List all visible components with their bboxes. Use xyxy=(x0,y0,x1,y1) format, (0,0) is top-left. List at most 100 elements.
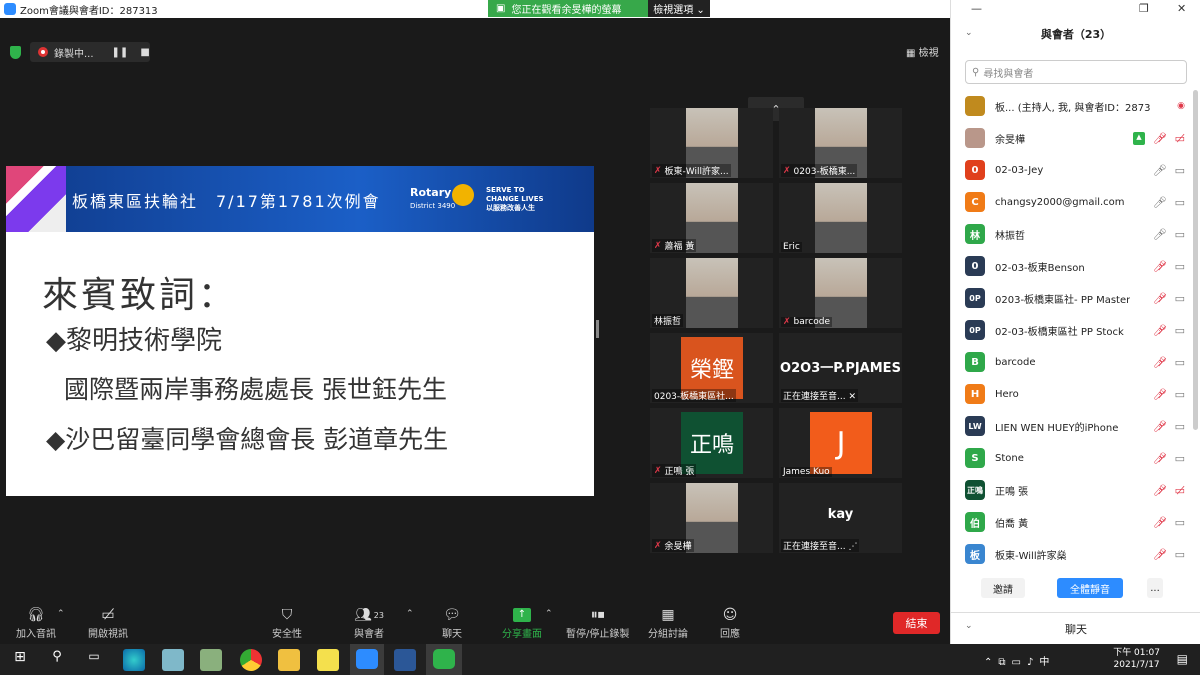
mic-muted-icon: 🎤︎̸ xyxy=(1152,419,1167,433)
clock-date: 2021/7/17 xyxy=(1113,660,1160,670)
join-audio-button[interactable]: 🎧︎ 加入音訊 xyxy=(16,605,56,640)
participant-row[interactable]: H Hero 🎤︎̸ ▭ xyxy=(951,378,1191,410)
mic-muted-icon: ✗ xyxy=(654,165,662,176)
chat-section-header[interactable]: ⌄ 聊天 xyxy=(951,612,1200,642)
invite-button[interactable]: 邀請 xyxy=(981,578,1025,598)
video-tile[interactable]: ✗ barcode xyxy=(779,258,902,328)
participant-name: Stone xyxy=(995,452,1024,464)
participants-icon: 👥︎ xyxy=(354,607,372,623)
mic-muted-icon: 🎤︎̸ xyxy=(1152,291,1167,305)
tile-name: 蕭福 黃 xyxy=(664,242,695,252)
pause-icon[interactable]: ❚❚ xyxy=(112,47,129,58)
tile-name-label: 0203-板橋東區社... xyxy=(652,389,736,402)
participant-row[interactable]: Bbarcode 🎤︎̸ ▭ xyxy=(951,346,1191,378)
video-tile[interactable]: Eric xyxy=(779,183,902,253)
start-video-button[interactable]: ▭̸ 開啟視訊 xyxy=(88,605,128,640)
task-view-icon[interactable]: ▭ xyxy=(83,649,105,671)
zoom-taskbar-item[interactable] xyxy=(350,644,384,675)
mic-muted-icon: 🎤︎̸ xyxy=(1152,547,1167,561)
participant-avatar: 0 xyxy=(965,160,985,180)
line-icon xyxy=(433,649,455,669)
participant-row[interactable]: 0P 0203-板橋東區社- PP Master 🎤︎̸ ▭ xyxy=(951,282,1191,314)
participant-row[interactable]: 伯伯喬 黃 🎤︎̸ ▭ xyxy=(951,506,1191,538)
video-tile[interactable]: 正鳴 ✗ 正鳴 張 xyxy=(650,408,773,478)
tile-name: barcode xyxy=(793,317,830,327)
participant-row[interactable]: S Stone 🎤︎̸ ▭ xyxy=(951,442,1191,474)
recording-icon: ◉ xyxy=(1177,101,1185,111)
participants-count: 23 xyxy=(373,610,384,620)
video-icon: ▭ xyxy=(1174,419,1185,433)
participant-avatar: S xyxy=(965,448,985,468)
end-meeting-button[interactable]: 結束 xyxy=(893,612,940,634)
participant-row[interactable]: 余旻樺 ▲ 🎤︎̸ ▭̸ xyxy=(951,122,1191,154)
participant-avatar: 板 xyxy=(965,544,985,564)
file-explorer-icon[interactable] xyxy=(278,649,300,671)
video-tile[interactable]: ✗ 0203-板橋東... xyxy=(779,108,902,178)
search-placeholder: 尋找與會者 xyxy=(983,68,1034,80)
search-icon[interactable]: ⚲ xyxy=(46,649,68,671)
participants-caret[interactable]: ⌃ xyxy=(406,609,414,619)
clock[interactable]: 下午 01:07 2021/7/17 xyxy=(1113,647,1160,671)
notification-icon[interactable]: ▤ xyxy=(1177,652,1188,666)
search-icon: ⚲ xyxy=(972,66,980,78)
view-options-button[interactable]: 檢視選項 ⌄ xyxy=(648,0,710,17)
share-screen-button[interactable]: ↑ 分享畫面 xyxy=(502,605,542,640)
participant-row[interactable]: 林林振哲 🎤︎ ▭ xyxy=(951,218,1191,250)
breakout-grid-icon: ▦ xyxy=(661,607,675,623)
video-tile[interactable]: 林振哲 xyxy=(650,258,773,328)
maximize-window-button[interactable]: ❐ xyxy=(1139,2,1149,15)
windows-start-icon[interactable]: ⊞ xyxy=(9,649,31,671)
participant-row[interactable]: 板... (主持人, 我, 與會者ID：287313) ◉ xyxy=(951,90,1191,122)
split-handle[interactable] xyxy=(596,320,599,338)
mute-all-button[interactable]: 全體靜音 xyxy=(1057,578,1123,598)
meeting-area: 錄製中... ❚❚ ■ ▦ 檢視 板橋東區扶輪社 7/17第1781次例會 Ro… xyxy=(0,18,950,601)
participant-row[interactable]: 板板東-Will許家燊 🎤︎̸ ▭ xyxy=(951,538,1191,570)
headphone-icon: 🎧︎ xyxy=(27,607,45,623)
participant-row[interactable]: 正鳴 正鳴 張 🎤︎̸ ▭̸ xyxy=(951,474,1191,506)
audio-options-caret[interactable]: ⌃ xyxy=(57,609,65,619)
club-logo xyxy=(6,166,66,232)
participant-search-input[interactable]: ⚲ 尋找與會者 xyxy=(965,60,1187,84)
video-tile[interactable]: kay 正在連接至音... ⋰ xyxy=(779,483,902,553)
tile-name-label: James Kuo xyxy=(781,467,832,477)
video-tile[interactable]: ✗ 余旻樺 xyxy=(650,483,773,553)
chat-label: 聊天 xyxy=(1065,623,1087,636)
participants-button[interactable]: 👥︎ 23 與會者 xyxy=(354,605,384,640)
breakout-rooms-button[interactable]: ▦ 分組討論 xyxy=(648,605,688,640)
video-tile[interactable]: O2O3一P.PJAMES 正在連接至音... ✕ xyxy=(779,333,902,403)
app-icon-2[interactable] xyxy=(200,649,222,671)
minimize-window-button[interactable]: — xyxy=(971,2,982,15)
video-tile[interactable]: ✗ 蕭福 黃 xyxy=(650,183,773,253)
video-tile[interactable]: 榮鏗 0203-板橋東區社... xyxy=(650,333,773,403)
slide-line-1: ◆黎明技術學院 xyxy=(46,326,222,356)
system-tray-icons[interactable]: ⌃⧉▭♪中 xyxy=(984,653,1055,668)
more-options-button[interactable]: ... xyxy=(1147,578,1163,598)
close-window-button[interactable]: ✕ xyxy=(1177,2,1186,15)
video-tile[interactable]: J James Kuo xyxy=(779,408,902,478)
mic-muted-icon: ✗ xyxy=(783,317,791,327)
stop-icon[interactable]: ■ xyxy=(140,47,149,58)
participant-row[interactable]: 0 02-03-Jey 🎤︎ ▭ xyxy=(951,154,1191,186)
app-icon[interactable] xyxy=(162,649,184,671)
pause-stop-recording-button[interactable]: ⏸︎⏹︎ 暫停/停止錄製 xyxy=(566,605,629,640)
edge-icon[interactable] xyxy=(123,649,145,671)
slide-line-2: 國際暨兩岸事務處處長 張世鈺先生 xyxy=(64,375,447,404)
video-tile[interactable]: ✗ 板東-Will許家... xyxy=(650,108,773,178)
line-taskbar-item[interactable] xyxy=(426,644,462,675)
security-button[interactable]: ⛉ 安全性 xyxy=(272,605,302,640)
participant-avatar: 林 xyxy=(965,224,985,244)
tile-name-label: ✗ 正鳴 張 xyxy=(652,464,697,477)
word-icon[interactable] xyxy=(394,649,416,671)
chat-button[interactable]: 💬︎ 聊天 xyxy=(442,605,462,640)
participant-row[interactable]: Cchangsy2000@gmail.com 🎤︎ ▭ xyxy=(951,186,1191,218)
participant-list-scrollbar[interactable] xyxy=(1193,90,1198,430)
view-button[interactable]: ▦ 檢視 xyxy=(906,44,939,59)
participant-name-display: O2O3一P.PJAMES xyxy=(780,361,901,376)
chrome-icon[interactable] xyxy=(240,649,262,671)
sticky-notes-icon[interactable] xyxy=(317,649,339,671)
reactions-button[interactable]: ☺︎ 回應 xyxy=(720,605,740,640)
participant-row[interactable]: LW LIEN WEN HUEY的iPhone 🎤︎̸ ▭ xyxy=(951,410,1191,442)
participant-row[interactable]: 0P 02-03-板橋東區社 PP Stock 🎤︎̸ ▭ xyxy=(951,314,1191,346)
share-caret[interactable]: ⌃ xyxy=(545,609,553,619)
participant-row[interactable]: 0 02-03-板東Benson 🎤︎̸ ▭ xyxy=(951,250,1191,282)
